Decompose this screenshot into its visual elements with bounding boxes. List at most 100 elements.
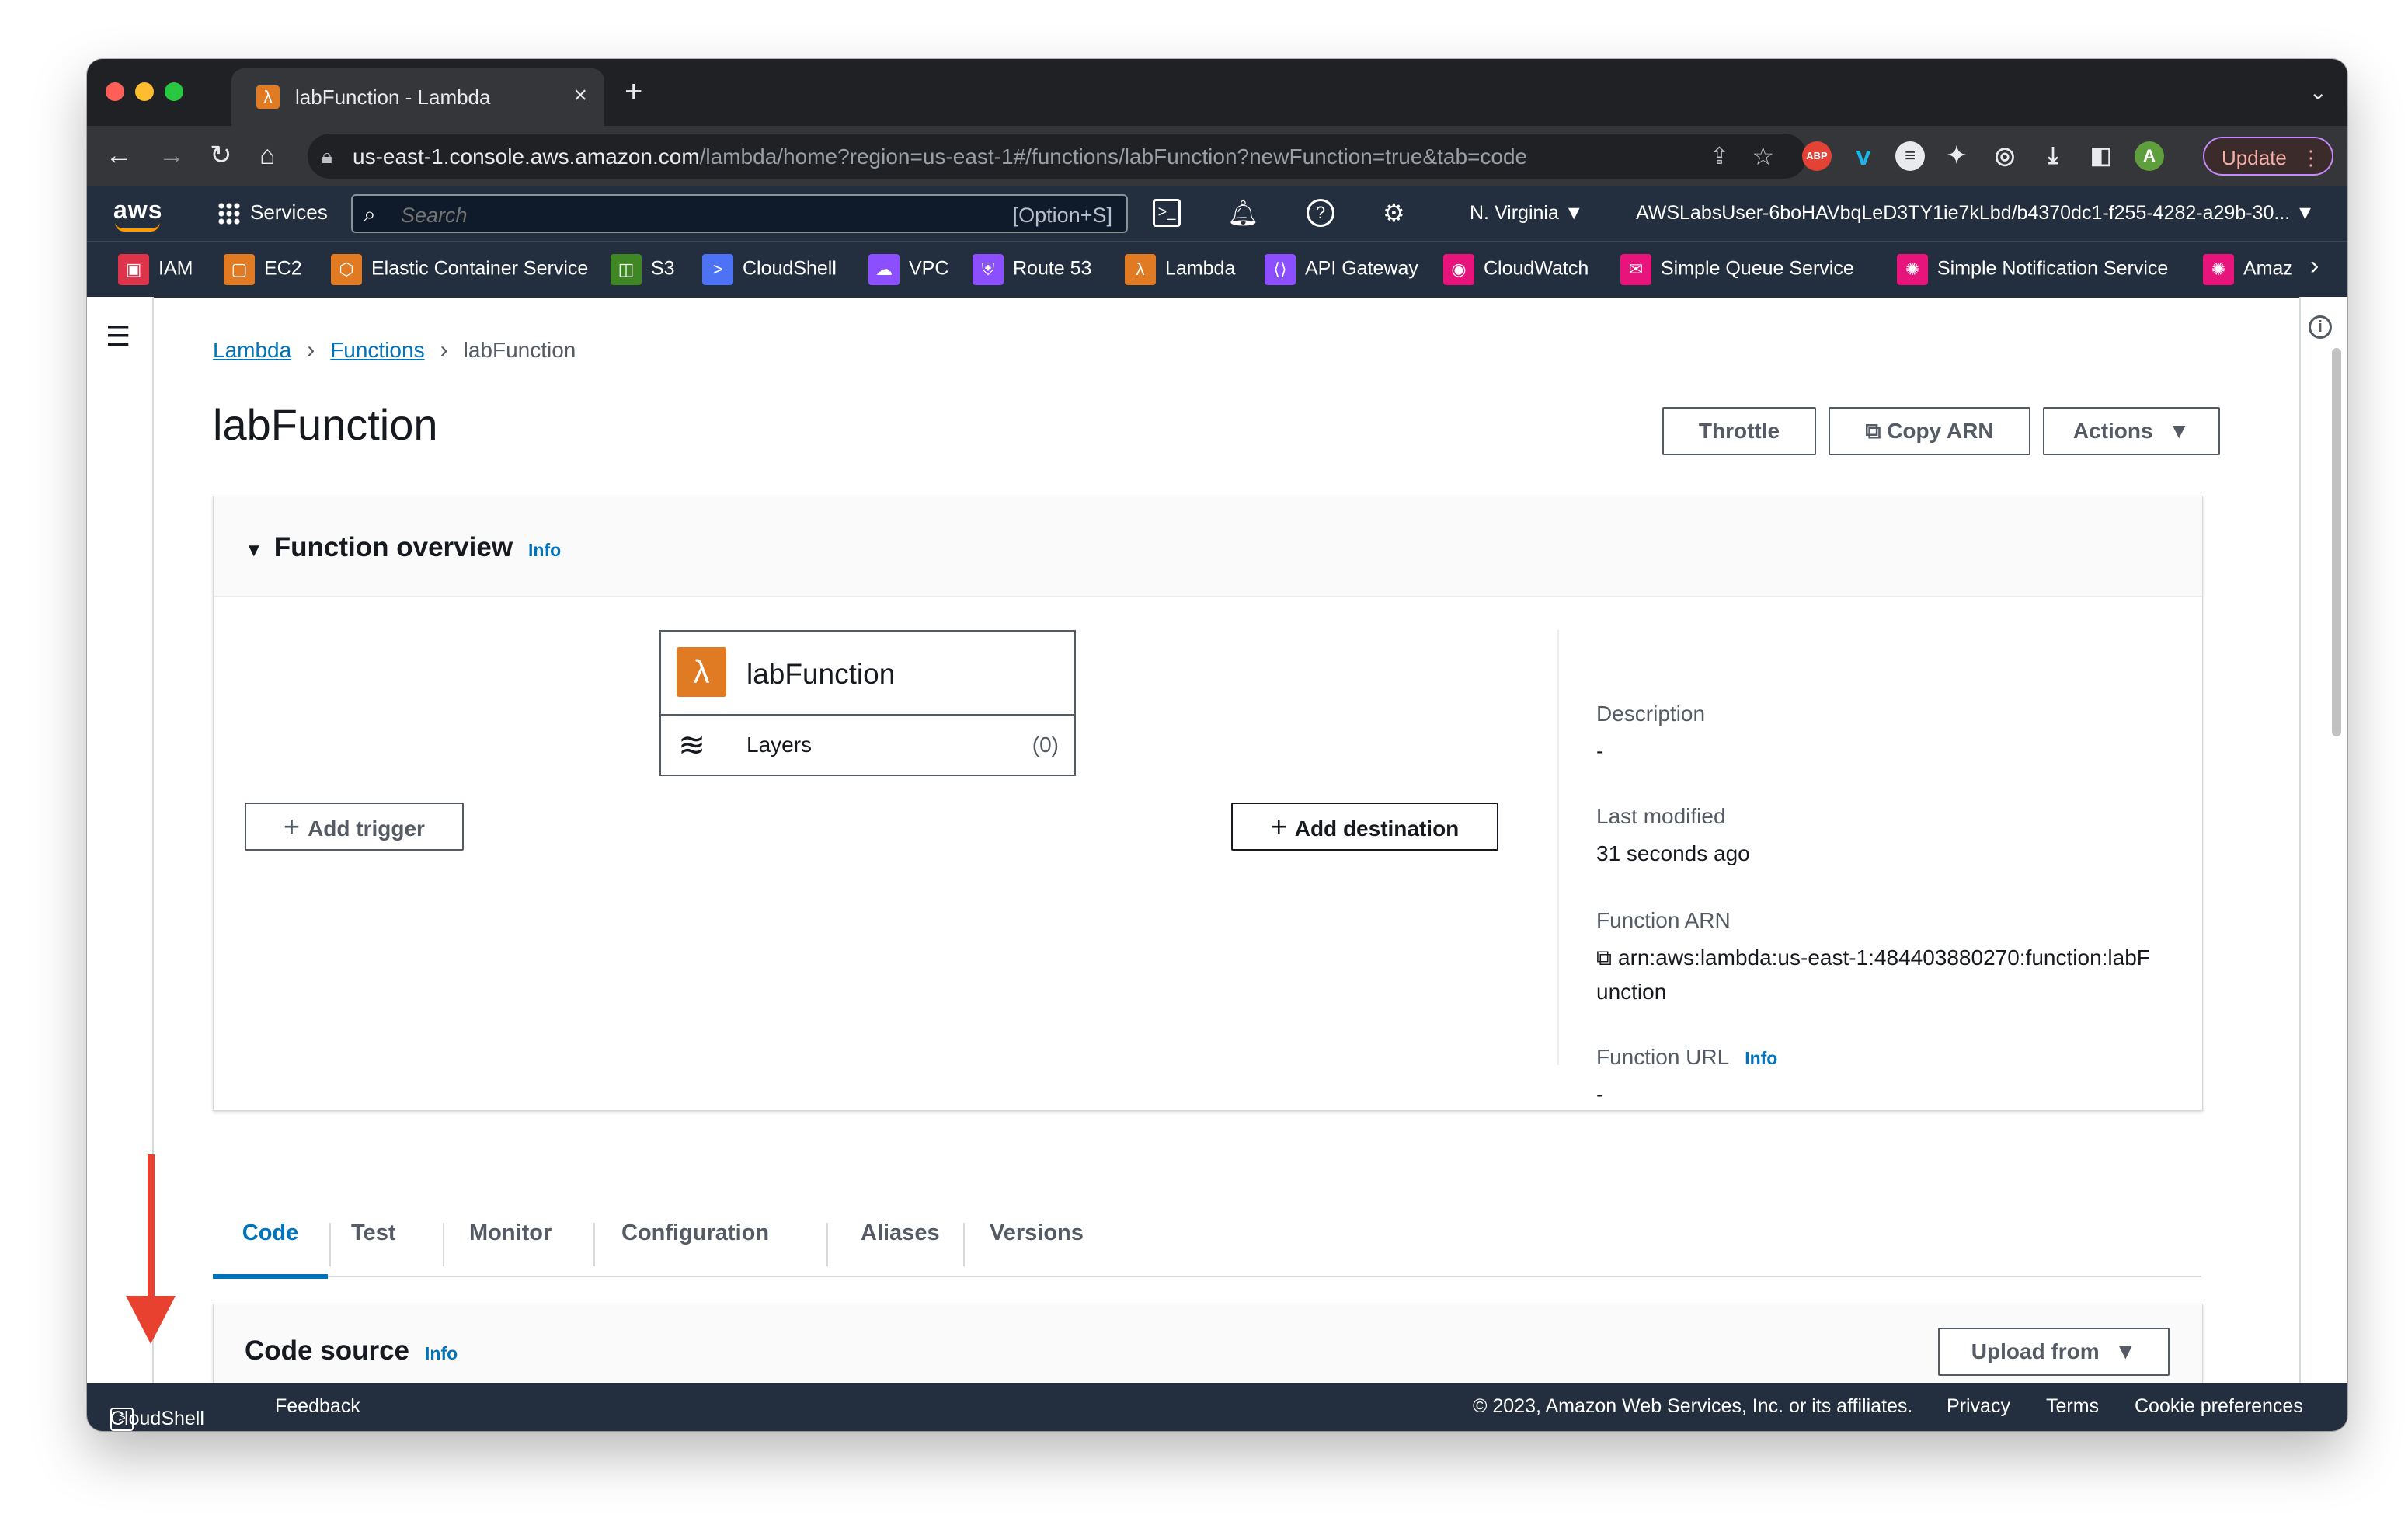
reload-icon[interactable]: ↻: [210, 138, 232, 172]
annotation-arrow-down-icon: [126, 1296, 176, 1344]
function-overview-header[interactable]: ▼ Function overview Info: [214, 496, 2202, 597]
cloudshell-icon[interactable]: >_: [1153, 199, 1181, 227]
hamburger-menu-icon[interactable]: ☰: [106, 320, 130, 353]
settings-gear-icon[interactable]: ⚙︎: [1383, 199, 1405, 227]
list-extension-icon[interactable]: ≡: [1895, 141, 1925, 171]
footer-cookie-preferences-link[interactable]: Cookie preferences: [2135, 1395, 2303, 1418]
search-input[interactable]: [399, 200, 993, 230]
help-icon[interactable]: ?: [1307, 199, 1334, 227]
minimize-window-button[interactable]: [135, 82, 154, 101]
tab-code[interactable]: Code: [213, 1209, 328, 1279]
function-diagram-box[interactable]: λ labFunction ≋ Layers (0): [659, 630, 1076, 776]
fav-ecs[interactable]: ⬡ Elastic Container Service: [331, 254, 588, 285]
cloudwatch-icon: ◉: [1443, 254, 1474, 285]
download-icon[interactable]: ⤓: [2038, 141, 2068, 171]
bookmark-star-icon[interactable]: ☆: [1752, 141, 1774, 171]
footer-feedback-link[interactable]: Feedback: [275, 1395, 360, 1418]
s3-bucket-icon: ◫: [611, 254, 642, 285]
function-name: labFunction: [746, 658, 896, 690]
breadcrumb-lambda-link[interactable]: Lambda: [213, 338, 291, 362]
fav-api-gateway[interactable]: ⟨⟩ API Gateway: [1265, 254, 1418, 285]
caret-down-icon: ▼: [245, 540, 263, 561]
layers-label[interactable]: Layers: [746, 733, 812, 757]
grid-icon: [217, 202, 241, 226]
aws-search[interactable]: ⌕ [Option+S]: [351, 194, 1128, 233]
page-scrollbar[interactable]: [2332, 348, 2341, 736]
fav-vpc[interactable]: ☁ VPC: [868, 254, 948, 285]
share-icon[interactable]: ⇪: [1710, 143, 1729, 170]
services-menu-button[interactable]: Services: [217, 200, 328, 226]
fav-lambda[interactable]: λ Lambda: [1125, 254, 1235, 285]
close-window-button[interactable]: [106, 82, 124, 101]
sns-icon: ✺: [1897, 254, 1928, 285]
console-footer: > CloudShell Feedback © 2023, Amazon Web …: [87, 1383, 2347, 1431]
footer-privacy-link[interactable]: Privacy: [1947, 1395, 2010, 1418]
chrome-update-button[interactable]: Update ⋮: [2203, 137, 2333, 176]
puzzle-extensions-icon[interactable]: ✦: [1942, 141, 1971, 171]
last-modified-value: 31 seconds ago: [1596, 841, 1750, 865]
fav-cloudwatch[interactable]: ◉ CloudWatch: [1443, 254, 1589, 285]
function-diagram-header: λ labFunction: [661, 632, 1074, 716]
fav-ec2[interactable]: ▢ EC2: [224, 254, 302, 285]
adblock-extension-icon[interactable]: ABP: [1802, 141, 1832, 171]
copy-arn-icon[interactable]: ⧉: [1596, 945, 1612, 970]
tab-configuration[interactable]: Configuration: [621, 1209, 769, 1274]
upload-from-dropdown[interactable]: Upload from ▼: [1938, 1328, 2170, 1376]
home-icon[interactable]: ⌂: [259, 138, 276, 172]
address-bar[interactable]: 🔒︎ us-east-1.console.aws.amazon.com/lamb…: [308, 134, 1807, 179]
fav-route53[interactable]: ⛨ Route 53: [973, 254, 1091, 285]
throttle-button[interactable]: Throttle: [1662, 407, 1816, 455]
favorites-scroll-right-icon[interactable]: ›: [2310, 251, 2319, 281]
fav-cloudshell[interactable]: > CloudShell: [702, 254, 837, 285]
new-tab-button[interactable]: +: [625, 76, 642, 107]
account-menu[interactable]: AWSLabsUser-6boHAVbqLeD3TY1ie7kLbd/b4370…: [1636, 202, 2315, 225]
profile-avatar[interactable]: A: [2135, 141, 2164, 171]
aws-logo[interactable]: aws: [113, 196, 162, 225]
function-url-label: Function URL Info: [1596, 1045, 1778, 1069]
copy-arn-button[interactable]: ⧉ Copy ARN: [1829, 407, 2030, 455]
info-panel-icon[interactable]: i: [2309, 315, 2332, 339]
vimeo-extension-icon[interactable]: v: [1849, 141, 1878, 171]
url-text: us-east-1.console.aws.amazon.com/lambda/…: [353, 144, 1528, 169]
add-destination-button[interactable]: + Add destination: [1231, 803, 1498, 851]
forward-arrow-icon[interactable]: →: [158, 138, 185, 172]
add-trigger-button[interactable]: + Add trigger: [245, 803, 464, 851]
notifications-bell-icon[interactable]: 🔔︎: [1227, 199, 1259, 227]
lambda-icon: λ: [677, 647, 726, 697]
tab-test[interactable]: Test: [351, 1209, 395, 1274]
footer-terms-link[interactable]: Terms: [2046, 1395, 2099, 1418]
info-link[interactable]: Info: [528, 540, 561, 560]
chevron-right-icon: ›: [307, 337, 315, 363]
fav-sqs[interactable]: ✉ Simple Queue Service: [1620, 254, 1854, 285]
fav-iam[interactable]: ▣ IAM: [118, 254, 193, 285]
breadcrumb-functions-link[interactable]: Functions: [330, 338, 424, 362]
route53-icon: ⛨: [973, 254, 1004, 285]
region-selector[interactable]: N. Virginia ▼: [1470, 202, 1584, 225]
vpc-cloud-icon: ☁: [868, 254, 900, 285]
actions-dropdown[interactable]: Actions ▼: [2043, 407, 2220, 455]
tab-aliases[interactable]: Aliases: [861, 1209, 940, 1274]
tab-close-icon[interactable]: ×: [573, 82, 587, 109]
performance-icon[interactable]: ◎: [1990, 141, 2020, 171]
tab-separator: [329, 1223, 331, 1266]
fav-sns[interactable]: ✺ Simple Notification Service: [1897, 254, 2168, 285]
tab-search-chevron-icon[interactable]: ⌄: [2309, 79, 2327, 105]
function-url-info-link[interactable]: Info: [1745, 1048, 1777, 1068]
description-label: Description: [1596, 702, 1706, 726]
tab-versions[interactable]: Versions: [990, 1209, 1084, 1274]
back-arrow-icon[interactable]: ←: [106, 138, 132, 172]
browser-window: λ labFunction - Lambda × + ⌄ ← → ↻ ⌂ 🔒︎ …: [87, 59, 2347, 1431]
maximize-window-button[interactable]: [165, 82, 183, 101]
fav-s3[interactable]: ◫ S3: [611, 254, 675, 285]
page-title: labFunction: [213, 400, 438, 449]
tab-separator: [443, 1223, 444, 1266]
browser-tab-active[interactable]: λ labFunction - Lambda ×: [231, 68, 604, 126]
copy-icon: ⧉: [1865, 419, 1881, 443]
footer-copyright: © 2023, Amazon Web Services, Inc. or its…: [1473, 1395, 1913, 1417]
caret-down-icon: ▼: [2295, 202, 2315, 224]
code-source-info-link[interactable]: Info: [425, 1343, 458, 1363]
tab-monitor[interactable]: Monitor: [469, 1209, 552, 1274]
iam-icon: ▣: [118, 254, 149, 285]
fav-amazon-truncated[interactable]: ✺ Amaz: [2203, 254, 2293, 285]
side-panel-icon[interactable]: ◧: [2086, 141, 2116, 171]
